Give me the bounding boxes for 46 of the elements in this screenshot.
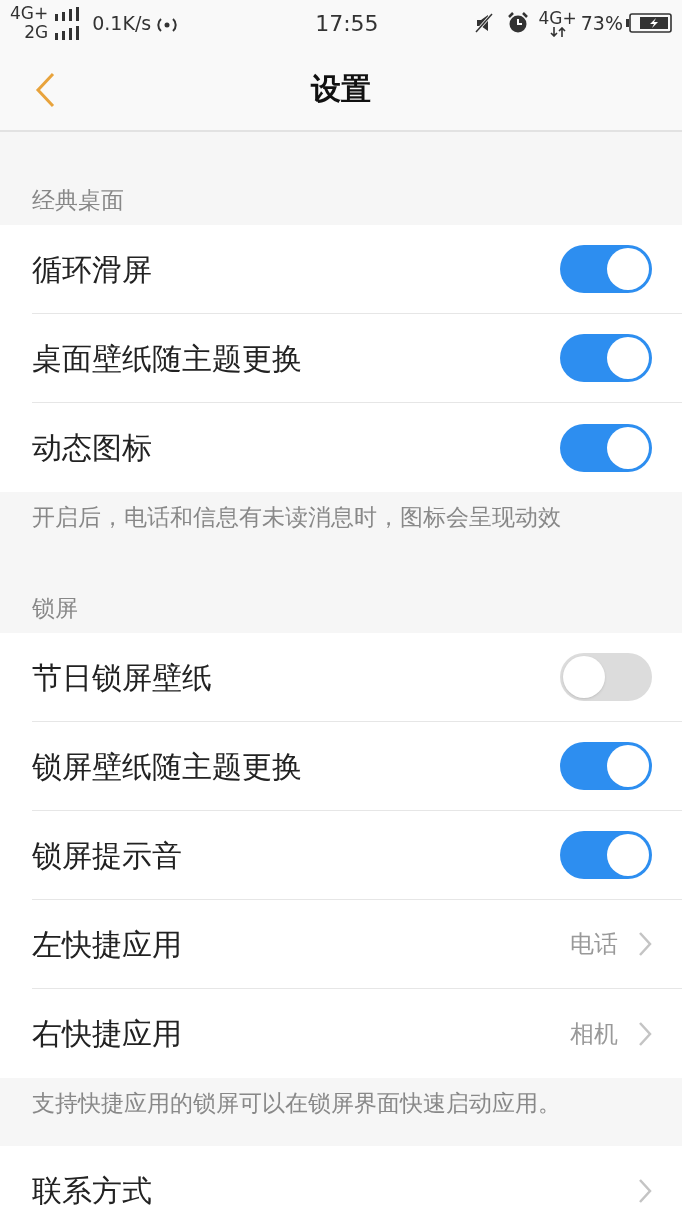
chevron-right-icon xyxy=(638,1020,652,1047)
row-value: 电话 xyxy=(570,929,618,960)
chevron-right-icon xyxy=(638,931,652,957)
row-label: 桌面壁纸随主题更换 xyxy=(32,339,303,378)
toggle-switch[interactable] xyxy=(560,831,652,879)
row-label: 锁屏壁纸随主题更换 xyxy=(32,747,303,786)
row-label: 锁屏提示音 xyxy=(32,836,183,875)
toggle-switch[interactable] xyxy=(560,245,652,293)
toggle-switch[interactable] xyxy=(560,423,652,472)
chevron-right-icon xyxy=(638,1177,652,1204)
settings-row[interactable]: 联系方式 xyxy=(0,1146,682,1212)
settings-row[interactable]: 右快捷应用 相机 xyxy=(0,989,682,1078)
section-title: 锁屏 xyxy=(32,593,78,623)
toggle-switch[interactable] xyxy=(560,742,652,790)
settings-row[interactable]: 桌面壁纸随主题更换 xyxy=(0,314,682,403)
toggle-switch[interactable] xyxy=(560,653,652,701)
settings-row[interactable]: 左快捷应用 电话 xyxy=(0,900,682,989)
section-title: 经典桌面 xyxy=(32,185,124,215)
section-note: 支持快捷应用的锁屏可以在锁屏界面快速启动应用。 xyxy=(32,1090,561,1116)
settings-row[interactable]: 锁屏壁纸随主题更换 xyxy=(0,722,682,811)
section-note: 开启后，电话和信息有未读消息时，图标会呈现动效 xyxy=(32,504,561,530)
toggle-switch[interactable] xyxy=(560,334,652,382)
page-title: 设置 xyxy=(311,69,371,108)
battery-charging-icon xyxy=(626,13,672,33)
signal-icon xyxy=(54,6,81,21)
settings-row[interactable]: 节日锁屏壁纸 xyxy=(0,633,682,722)
row-label: 循环滑屏 xyxy=(32,250,153,289)
network-label: 2G xyxy=(24,23,49,42)
data-arrows-icon xyxy=(549,26,566,37)
settings-row[interactable]: 动态图标 xyxy=(0,403,682,492)
row-label: 动态图标 xyxy=(32,429,153,467)
row-label: 节日锁屏壁纸 xyxy=(32,658,213,697)
network-label: 4G+ xyxy=(538,9,577,27)
signal-icon xyxy=(54,25,81,40)
row-value: 相机 xyxy=(570,1018,618,1050)
row-label: 联系方式 xyxy=(32,1172,153,1210)
network-speed: 0.1K/s xyxy=(92,10,152,36)
network-label: 4G+ xyxy=(10,4,49,23)
mute-icon xyxy=(474,13,493,33)
alarm-icon xyxy=(506,12,529,34)
row-label: 右快捷应用 xyxy=(32,1015,183,1053)
row-label: 左快捷应用 xyxy=(32,925,183,964)
clock: 17:55 xyxy=(315,9,379,38)
battery-percent: 73% xyxy=(580,10,623,36)
settings-row[interactable]: 循环滑屏 xyxy=(0,225,682,314)
settings-row[interactable]: 锁屏提示音 xyxy=(0,811,682,900)
